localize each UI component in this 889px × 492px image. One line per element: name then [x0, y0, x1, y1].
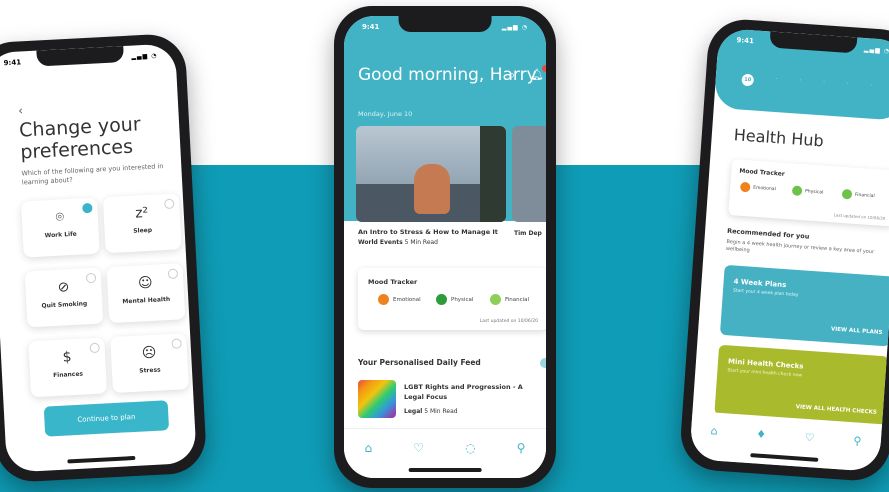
preference-label: Work Life	[44, 230, 77, 240]
bulb-icon[interactable]: ♦	[756, 427, 767, 441]
mood-dot-icon	[436, 294, 447, 305]
checks-subtitle: Start your mini health check now	[727, 368, 803, 379]
preference-label: Quit Smoking	[41, 300, 88, 310]
feed-indicator-icon	[540, 358, 546, 368]
preference-stress[interactable]: ☹ Stress	[110, 333, 189, 394]
page-subtitle: Which of the following are you intereste…	[21, 162, 164, 187]
date-label: Monday, June 10	[358, 110, 413, 118]
four-week-plans-card[interactable]: 4 Week Plans Start your 4 week plan toda…	[719, 264, 889, 347]
signal-icon: ▂▄▆ ◔	[131, 51, 158, 61]
profile-icon[interactable]: ⚲	[853, 434, 862, 448]
image-tree	[480, 126, 506, 222]
article-read-time: 5 Min Read	[404, 239, 438, 246]
mood-dot-icon	[378, 294, 389, 305]
day-dot[interactable]: ·	[846, 81, 849, 93]
heart-icon[interactable]: ♡	[804, 430, 815, 444]
view-all-plans-link[interactable]: VIEW ALL PLANS	[831, 326, 883, 336]
mood-dot-icon	[791, 185, 803, 197]
home-phone: 9:41 ▂▄▆ ◔ Good morning, Harry Monday, J…	[334, 6, 556, 488]
view-all-health-checks-link[interactable]: VIEW ALL HEALTH CHECKS	[795, 404, 877, 416]
preference-sleep[interactable]: z² Sleep	[102, 193, 182, 254]
home-icon[interactable]: ⌂	[710, 424, 718, 437]
signal-icon: ▂▄▆ ◔	[863, 45, 889, 55]
back-arrow-icon[interactable]: ‹	[18, 103, 24, 117]
article-title[interactable]: An Intro to Stress & How to Manage It	[358, 228, 498, 236]
recommended-subtitle: Begin a 4 week health journey or review …	[725, 238, 875, 256]
mood-dot-icon	[841, 188, 853, 200]
mood-tracker-card[interactable]: Mood Tracker Emotional Physical Financia…	[728, 159, 889, 227]
health-hub-phone: 9:41 ▂▄▆ ◔ 10 · · · · · · Health Hub Moo…	[678, 17, 889, 483]
notification-badge	[541, 65, 546, 72]
preference-mental-health[interactable]: ☺ Mental Health	[106, 263, 186, 324]
mood-option-emotional[interactable]: Emotional	[378, 294, 421, 305]
mood-updated-label: Last updated on 10/06/20	[833, 212, 886, 221]
plans-title: 4 Week Plans	[733, 277, 787, 290]
image-person	[414, 164, 450, 214]
mood-label: Physical	[804, 188, 824, 196]
preference-label: Mental Health	[122, 295, 171, 306]
rainbow-thumbnail[interactable]	[358, 380, 396, 418]
preferences-screen: 9:41 ▂▄▆ ◔ ‹ Change your preferences Whi…	[0, 43, 197, 473]
article-meta: World Events 5 Min Read	[358, 239, 438, 246]
mood-dot-icon	[490, 294, 501, 305]
mood-tracker-title: Mood Tracker	[368, 278, 418, 286]
search-icon[interactable]: ⌕	[508, 68, 515, 83]
day-dot[interactable]: ·	[823, 79, 825, 91]
home-icon[interactable]: ⌂	[365, 441, 373, 455]
preference-work-life[interactable]: ⌾ Work Life	[20, 197, 100, 258]
mood-updated-label: Last updated on 10/06/20	[479, 319, 538, 324]
preference-label: Stress	[139, 366, 161, 375]
plans-subtitle: Start your 4 week plan today	[732, 288, 799, 299]
preferences-phone: 9:41 ▂▄▆ ◔ ‹ Change your preferences Whi…	[0, 32, 208, 484]
preference-quit-smoking[interactable]: ⊘ Quit Smoking	[24, 267, 104, 328]
signal-icon: ▂▄▆ ◔	[501, 23, 528, 31]
continue-to-plan-button[interactable]: Continue to plan	[43, 400, 170, 437]
next-article-title[interactable]: Tim Dep	[514, 228, 546, 239]
chat-icon[interactable]: ◌	[465, 441, 475, 455]
preference-finances[interactable]: $ Finances	[28, 337, 108, 398]
page-title: Health Hub	[733, 125, 825, 151]
mood-label: Financial	[854, 192, 875, 199]
status-bar: 9:41 ▂▄▆ ◔	[0, 47, 176, 71]
bell-icon[interactable]: 🔔︎	[530, 65, 546, 81]
day-dot[interactable]: ·	[870, 83, 872, 95]
article-category: World Events	[358, 239, 403, 246]
mood-option-financial[interactable]: Financial	[841, 188, 875, 201]
recommended-title: Recommended for you	[726, 226, 810, 241]
mood-option-physical[interactable]: Physical	[791, 185, 824, 197]
home-indicator	[67, 455, 136, 464]
feed-item-read-time: 5 Min Read	[424, 408, 458, 415]
mood-option-financial[interactable]: Financial	[490, 294, 529, 305]
mood-label: Financial	[505, 296, 530, 303]
page-title: Change your preferences	[18, 113, 142, 164]
mood-option-physical[interactable]: Physical	[436, 294, 473, 305]
preference-label: Finances	[52, 370, 84, 380]
status-time: 9:41	[3, 58, 22, 68]
feed-title: Your Personalised Daily Feed	[358, 358, 481, 367]
status-time: 9:41	[736, 36, 755, 46]
heart-icon[interactable]: ♡	[413, 441, 424, 455]
feed-item-category: Legal	[404, 408, 423, 415]
mood-label: Emotional	[393, 296, 421, 303]
day-dot[interactable]: ·	[799, 78, 801, 90]
feed-item-meta: Legal 5 Min Read	[404, 408, 458, 415]
mood-tracker-card[interactable]: Mood Tracker Emotional Physical Financia…	[358, 268, 546, 330]
day-dot[interactable]: ·	[775, 76, 778, 88]
mood-option-emotional[interactable]: Emotional	[739, 181, 776, 194]
next-article-image[interactable]	[512, 126, 546, 222]
mood-dot-icon	[739, 181, 751, 193]
mood-tracker-title: Mood Tracker	[739, 167, 785, 178]
mood-label: Physical	[451, 296, 474, 303]
home-screen: 9:41 ▂▄▆ ◔ Good morning, Harry Monday, J…	[344, 16, 546, 478]
status-time: 9:41	[362, 23, 380, 31]
profile-icon[interactable]: ⚲	[517, 441, 526, 455]
selected-day[interactable]: 10	[741, 73, 755, 87]
health-hub-screen: 9:41 ▂▄▆ ◔ 10 · · · · · · Health Hub Moo…	[689, 27, 889, 473]
feed-item-title[interactable]: LGBT Rights and Progression - A Legal Fo…	[404, 382, 544, 402]
featured-article-image[interactable]	[356, 126, 506, 222]
mood-label: Emotional	[753, 185, 776, 192]
home-indicator	[408, 468, 482, 472]
preference-label: Sleep	[133, 226, 153, 235]
status-bar: 9:41 ▂▄▆ ◔	[344, 20, 546, 34]
